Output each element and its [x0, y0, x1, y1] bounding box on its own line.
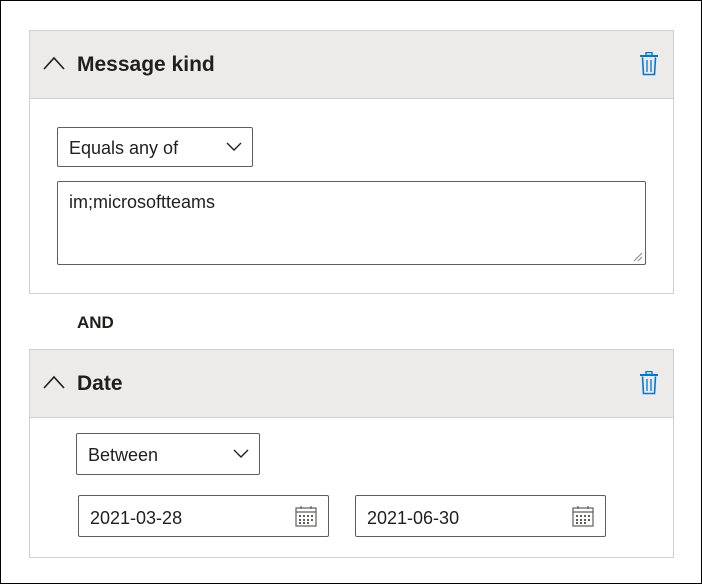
resize-handle-icon[interactable]: [633, 252, 643, 262]
condition-card-message-kind: Message kind Equals any of im;microsoftt…: [29, 30, 674, 294]
end-date-value: 2021-06-30: [367, 508, 460, 528]
end-date-field[interactable]: 2021-06-30: [355, 495, 606, 537]
chevron-up-icon[interactable]: [43, 375, 65, 389]
chevron-down-icon: [226, 142, 242, 151]
trash-icon[interactable]: [639, 371, 659, 395]
operator-dropdown[interactable]: Equals any of: [57, 127, 253, 167]
start-date-field[interactable]: 2021-03-28: [78, 495, 329, 537]
chevron-down-icon: [233, 449, 249, 458]
operator-selected-value: Between: [88, 445, 159, 465]
condition-card-date: Date Between 2021-03-28 2021-06-30: [29, 349, 674, 558]
chevron-up-icon[interactable]: [43, 56, 65, 70]
condition-header: Date: [30, 350, 673, 418]
condition-title: Message kind: [77, 53, 215, 76]
and-connector-label: AND: [77, 313, 114, 332]
condition-title: Date: [77, 372, 123, 395]
calendar-icon[interactable]: [572, 506, 594, 527]
textarea-value: im;microsoftteams: [69, 192, 216, 212]
calendar-icon[interactable]: [295, 506, 317, 527]
date-operator-dropdown[interactable]: Between: [76, 433, 260, 475]
condition-builder-panel: Message kind Equals any of im;microsoftt…: [0, 0, 702, 584]
operator-selected-value: Equals any of: [69, 138, 179, 158]
trash-icon[interactable]: [639, 52, 659, 76]
start-date-value: 2021-03-28: [90, 508, 183, 528]
message-kind-value-textarea[interactable]: im;microsoftteams: [57, 181, 646, 265]
condition-header: Message kind: [30, 31, 673, 99]
